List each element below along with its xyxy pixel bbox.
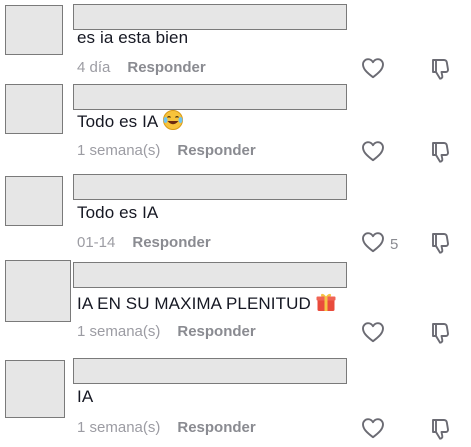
gift-emoji bbox=[315, 291, 337, 318]
laughing-tears-emoji bbox=[162, 109, 184, 136]
thumbs-down-outline-icon bbox=[430, 142, 454, 168]
heart-outline-icon bbox=[361, 57, 385, 84]
reply-button[interactable]: Responder bbox=[177, 323, 255, 340]
comment-meta: 4 día Responder bbox=[77, 59, 206, 76]
username-redacted[interactable] bbox=[73, 174, 347, 200]
comment-date: 4 día bbox=[77, 59, 111, 76]
thumbs-down-outline-icon bbox=[430, 323, 454, 349]
dislike-button[interactable] bbox=[430, 417, 454, 446]
comment-text: es ia esta bien bbox=[77, 28, 189, 47]
dislike-button[interactable] bbox=[430, 321, 454, 350]
heart-outline-icon bbox=[361, 140, 385, 167]
comment-meta: 01-14 Responder bbox=[77, 234, 211, 251]
thumbs-down-outline-icon bbox=[430, 419, 454, 445]
heart-outline-icon bbox=[361, 231, 385, 258]
comment-meta: 1 semana(s) Responder bbox=[77, 323, 256, 340]
like-button[interactable] bbox=[361, 321, 385, 348]
dislike-button[interactable] bbox=[430, 231, 454, 260]
heart-outline-icon bbox=[361, 417, 385, 444]
comment-text: IA EN SU MAXIMA PLENITUD bbox=[77, 291, 337, 318]
comment-text: Todo es IA bbox=[77, 109, 184, 136]
avatar[interactable] bbox=[5, 84, 63, 134]
comment-date: 1 semana(s) bbox=[77, 323, 161, 340]
username-redacted[interactable] bbox=[73, 262, 347, 288]
thumbs-down-outline-icon bbox=[430, 233, 454, 259]
like-button[interactable] bbox=[361, 57, 385, 84]
comment-meta: 1 semana(s) Responder bbox=[77, 419, 256, 436]
username-redacted[interactable] bbox=[73, 84, 347, 110]
avatar[interactable] bbox=[5, 260, 71, 322]
comment-meta: 1 semana(s) Responder bbox=[77, 142, 256, 159]
heart-outline-icon bbox=[361, 321, 385, 348]
avatar[interactable] bbox=[5, 360, 65, 418]
avatar[interactable] bbox=[5, 176, 63, 226]
username-redacted[interactable] bbox=[73, 358, 347, 384]
like-button[interactable]: 5 bbox=[361, 231, 398, 258]
username-redacted[interactable] bbox=[73, 4, 347, 30]
comment-date: 1 semana(s) bbox=[77, 142, 161, 159]
like-button[interactable] bbox=[361, 417, 385, 444]
comment-list: es ia esta bien 4 día Responder Todo es … bbox=[0, 0, 471, 447]
dislike-button[interactable] bbox=[430, 57, 454, 86]
like-count: 5 bbox=[390, 236, 399, 253]
avatar[interactable] bbox=[5, 5, 63, 55]
reply-button[interactable]: Responder bbox=[132, 234, 210, 251]
thumbs-down-outline-icon bbox=[430, 59, 454, 85]
comment-text: IA bbox=[77, 387, 94, 406]
comment-text: Todo es IA bbox=[77, 203, 159, 222]
reply-button[interactable]: Responder bbox=[127, 59, 205, 76]
reply-button[interactable]: Responder bbox=[177, 142, 255, 159]
like-button[interactable] bbox=[361, 140, 385, 167]
dislike-button[interactable] bbox=[430, 140, 454, 169]
reply-button[interactable]: Responder bbox=[177, 419, 255, 436]
comment-date: 1 semana(s) bbox=[77, 419, 161, 436]
comment-date: 01-14 bbox=[77, 234, 116, 251]
